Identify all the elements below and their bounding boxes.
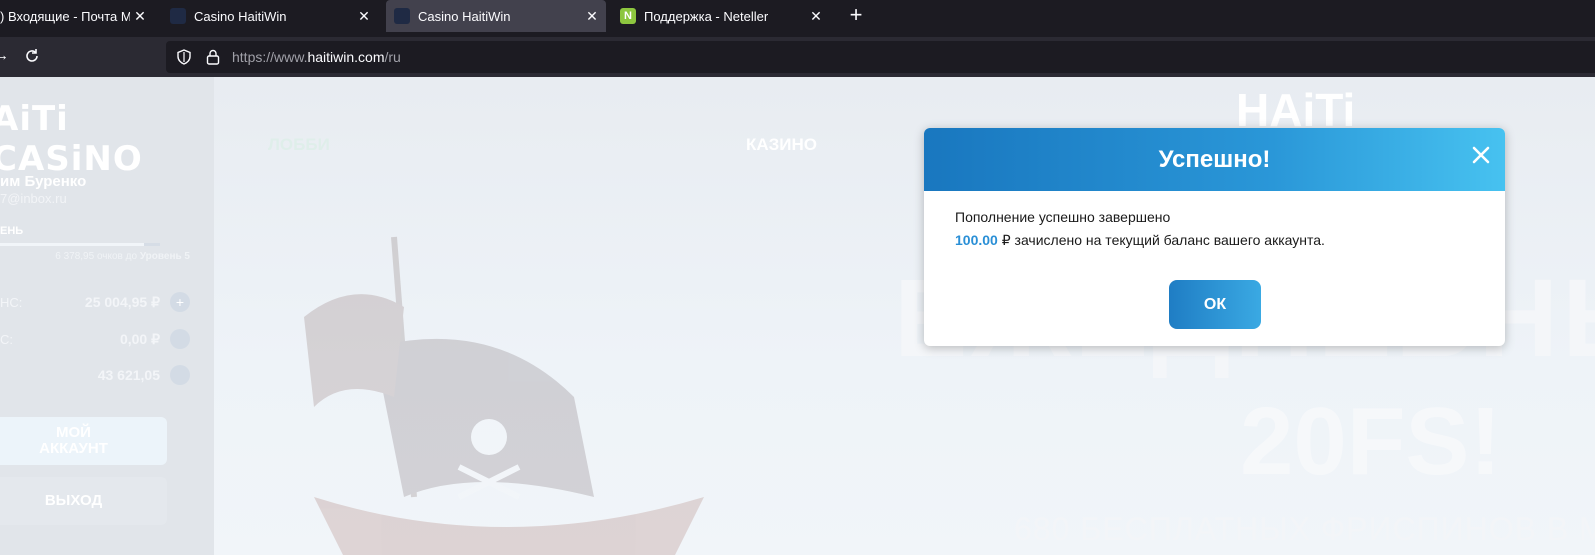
balance-row-main: НС: 25 004,95 ₽ + [0,290,190,316]
level-label: ЕНЬ [0,225,24,237]
hero-freespins: 20FS! [1240,388,1502,495]
logout-button[interactable]: ВЫХОД [0,477,167,525]
nav-lobby[interactable]: ЛОББИ [268,135,330,155]
url-path: /ru [384,49,401,65]
deposit-plus-icon[interactable]: + [170,292,190,312]
credited-amount: 100.00 [955,232,998,248]
back-arrow-icon[interactable]: → [0,47,9,64]
close-icon[interactable] [1469,143,1493,167]
sidebar: AiTi CASiNO им Буренко 7@inbox.ru ЕНЬ 6 … [0,77,214,555]
close-tab-icon[interactable]: ✕ [130,8,150,25]
currency-symbol: ₽ [1001,232,1011,248]
balance-label: НС: [0,295,23,310]
modal-title: Успешно! [1158,146,1271,173]
neteller-favicon-icon: N [620,8,636,24]
pirate-ship-illustration [304,236,704,555]
tab-title: ) Входящие - Почта Mail.ru [0,8,130,24]
success-modal: Успешно! Пополнение успешно завершено 10… [924,128,1505,346]
my-account-button[interactable]: МОЙ АККАУНТ [0,417,167,465]
reload-icon[interactable] [22,46,42,66]
tab-title: Casino HaitiWin [194,8,287,24]
url-text: https://www.haitiwin.com/ru [232,49,401,65]
address-bar[interactable]: https://www.haitiwin.com/ru [166,41,1595,73]
balance-value: 0,00 ₽ [119,331,160,347]
points-text: 6 378,95 очков до [55,251,138,262]
casino-favicon-icon [170,8,186,24]
casino-logo[interactable]: AiTi CASiNO [0,99,214,179]
tab-neteller[interactable]: N Поддержка - Neteller ✕ [612,0,830,32]
bonus-info-icon[interactable] [170,329,190,349]
ok-button[interactable]: ОК [1169,280,1261,329]
balance-row-bonus: С: 0,00 ₽ [0,327,190,353]
nav-casino[interactable]: КАЗИНО [746,135,817,155]
modal-header: Успешно! [924,128,1505,191]
close-tab-icon[interactable]: ✕ [806,8,826,25]
page-content: ЛОББИ КАЗИНО HAiTi ЕЖЕДНЕВНЫЙ Б 20FS! 68… [0,77,1595,555]
tab-title: Casino HaitiWin [418,8,511,24]
tab-mail[interactable]: ) Входящие - Почта Mail.ru ✕ [0,0,154,32]
points-to-next-level: 6 378,95 очков до Уровень 5 [0,251,190,262]
credit-text: зачислено на текущий баланс вашего аккау… [1010,232,1325,248]
tab-bar: ) Входящие - Почта Mail.ru ✕ Casino Hait… [0,0,1595,32]
next-level: Уровень 5 [139,251,190,262]
casino-favicon-icon [394,8,410,24]
balance-value: 43 621,05 [97,367,160,383]
tab-casino-1[interactable]: Casino HaitiWin ✕ [162,0,378,32]
level-progress-fill [0,243,144,246]
balance-value: 25 004,95 ₽ [84,294,160,310]
new-tab-button[interactable]: + [844,4,868,28]
user-name: им Буренко [0,173,87,190]
lock-icon[interactable] [206,49,220,65]
hero-subtitle: 680 БЕСПЛАТНЫХ ФРИСПИНОВ В М [1014,511,1595,547]
user-email: 7@inbox.ru [0,191,67,206]
tab-title: Поддержка - Neteller [644,8,769,24]
shield-icon[interactable] [176,49,192,65]
nav-bar: → https://www.haitiwin.com/ru [0,37,1595,77]
url-prefix: https://www. [232,49,308,65]
url-domain: haitiwin.com [307,49,385,65]
level-progress-bar [0,243,160,246]
points-info-icon[interactable] [170,365,190,385]
balance-label: С: [0,332,13,347]
balance-row-points: 43 621,05 [0,363,190,389]
modal-credit-message: 100.00 ₽ зачислено на текущий баланс ваш… [955,232,1325,249]
close-tab-icon[interactable]: ✕ [354,8,374,25]
close-tab-icon[interactable]: ✕ [582,8,602,25]
tab-casino-2-active[interactable]: Casino HaitiWin ✕ [386,0,606,32]
modal-message: Пополнение успешно завершено [955,209,1171,225]
